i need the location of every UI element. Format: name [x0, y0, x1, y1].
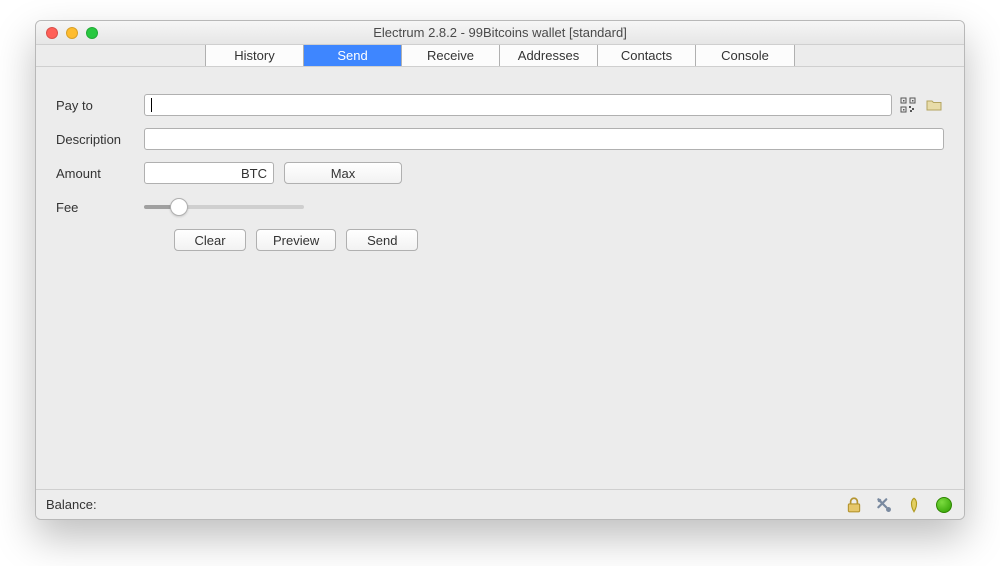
close-window-button[interactable] [46, 27, 58, 39]
open-file-icon[interactable] [924, 95, 944, 115]
zoom-window-button[interactable] [86, 27, 98, 39]
fee-label: Fee [56, 200, 144, 215]
balance-text: Balance: [46, 497, 97, 512]
amount-input[interactable]: BTC [144, 162, 274, 184]
amount-label: Amount [56, 166, 144, 181]
tab-receive[interactable]: Receive [402, 45, 500, 66]
payto-input[interactable] [144, 94, 892, 116]
description-input[interactable] [144, 128, 944, 150]
status-bar: Balance: [36, 489, 964, 519]
lock-icon[interactable] [844, 495, 864, 515]
tab-addresses[interactable]: Addresses [500, 45, 598, 66]
network-status-icon[interactable] [934, 495, 954, 515]
send-panel: Pay to [36, 67, 964, 489]
tab-bar: History Send Receive Addresses Contacts … [36, 45, 964, 67]
tab-send[interactable]: Send [304, 45, 402, 66]
balance-label: Balance: [46, 497, 97, 512]
app-window: Electrum 2.8.2 - 99Bitcoins wallet [stan… [35, 20, 965, 520]
seed-icon[interactable] [904, 495, 924, 515]
payto-label: Pay to [56, 98, 144, 113]
send-button[interactable]: Send [346, 229, 418, 251]
qr-scan-icon[interactable] [898, 95, 918, 115]
window-controls [36, 27, 98, 39]
clear-button[interactable]: Clear [174, 229, 246, 251]
description-label: Description [56, 132, 144, 147]
max-button[interactable]: Max [284, 162, 402, 184]
tab-console[interactable]: Console [696, 45, 794, 66]
tab-history[interactable]: History [206, 45, 304, 66]
fee-slider[interactable] [144, 205, 304, 209]
tab-contacts[interactable]: Contacts [598, 45, 696, 66]
window-title: Electrum 2.8.2 - 99Bitcoins wallet [stan… [36, 25, 964, 40]
titlebar: Electrum 2.8.2 - 99Bitcoins wallet [stan… [36, 21, 964, 45]
amount-unit: BTC [241, 166, 267, 181]
settings-icon[interactable] [874, 495, 894, 515]
minimize-window-button[interactable] [66, 27, 78, 39]
preview-button[interactable]: Preview [256, 229, 336, 251]
